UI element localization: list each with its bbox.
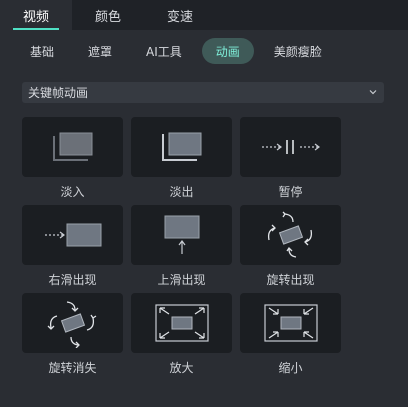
- fade-out-icon: [159, 130, 205, 164]
- subtab-beauty[interactable]: 美颜瘦脸: [260, 38, 336, 64]
- animation-card-zoom-out[interactable]: 缩小: [240, 293, 341, 375]
- sub-tab-bar: 基础 遮罩 AI工具 动画 美颜瘦脸: [16, 38, 342, 64]
- subtab-animation[interactable]: 动画: [201, 38, 254, 64]
- slide-up-icon: [163, 214, 201, 256]
- card-label: 旋转消失: [48, 361, 97, 375]
- top-tab-bar: 视频 颜色 变速: [0, 0, 408, 30]
- card-label: 淡出: [169, 185, 194, 199]
- dropdown-label: 关键帧动画: [28, 86, 89, 100]
- tab-speed[interactable]: 变速: [144, 0, 216, 30]
- animation-card-slide-up[interactable]: 上滑出现: [131, 205, 232, 287]
- animation-card-rotate-out[interactable]: 旋转消失: [22, 293, 123, 375]
- animation-card-zoom-in[interactable]: 放大: [131, 293, 232, 375]
- tab-video[interactable]: 视频: [0, 0, 72, 30]
- rotate-in-icon: [263, 210, 319, 260]
- keyframe-animation-dropdown[interactable]: 关键帧动画: [22, 82, 384, 103]
- chevron-down-icon: [368, 86, 378, 100]
- subtab-mask[interactable]: 遮罩: [74, 38, 126, 64]
- subtab-ai-tools[interactable]: AI工具: [132, 38, 196, 64]
- pause-icon: [260, 137, 322, 157]
- card-label: 淡入: [60, 185, 85, 199]
- card-label: 放大: [169, 361, 194, 375]
- slide-right-icon: [43, 222, 103, 248]
- card-label: 暂停: [278, 185, 303, 199]
- card-label: 上滑出现: [157, 273, 206, 287]
- animation-card-fade-in[interactable]: 淡入: [22, 117, 123, 199]
- animation-card-fade-out[interactable]: 淡出: [131, 117, 232, 199]
- subtab-basic[interactable]: 基础: [16, 38, 68, 64]
- animation-card-slide-right[interactable]: 右滑出现: [22, 205, 123, 287]
- card-label: 缩小: [278, 361, 303, 375]
- tab-color[interactable]: 颜色: [72, 0, 144, 30]
- rotate-out-icon: [45, 298, 101, 348]
- animation-card-pause[interactable]: 暂停: [240, 117, 341, 199]
- card-label: 旋转出现: [266, 273, 315, 287]
- fade-in-icon: [50, 130, 96, 164]
- zoom-out-icon: [263, 304, 318, 342]
- card-label: 右滑出现: [48, 273, 97, 287]
- zoom-in-icon: [154, 304, 209, 342]
- animation-card-rotate-in[interactable]: 旋转出现: [240, 205, 341, 287]
